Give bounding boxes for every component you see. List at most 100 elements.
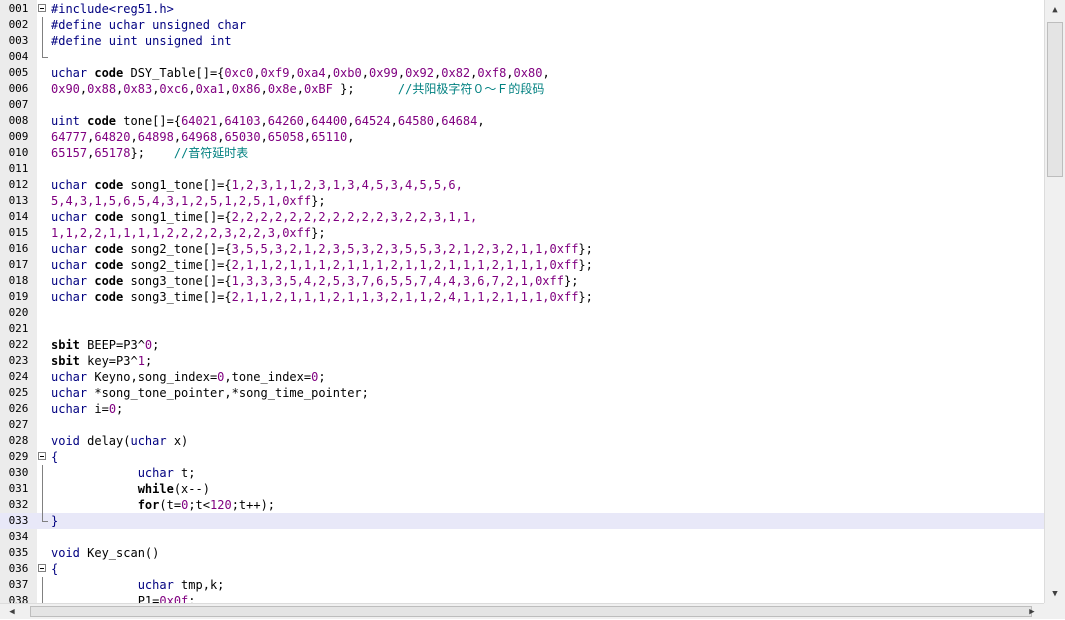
code-line[interactable]: 006 0x90,0x88,0x83,0xc6,0xa1,0x86,0x8e,0x… xyxy=(0,81,1044,97)
code-line[interactable]: 009 64777,64820,64898,64968,65030,65058,6… xyxy=(0,129,1044,145)
fold-toggle-icon[interactable] xyxy=(38,564,46,572)
code-line[interactable]: 001 #include<reg51.h> xyxy=(0,1,1044,17)
code-token: 0xb0 xyxy=(332,66,362,80)
code-token: 0xc0 xyxy=(224,66,254,80)
code-line[interactable]: 031 while(x--) xyxy=(0,481,1044,497)
code-token: uchar xyxy=(51,178,88,192)
code-text: 1,1,2,2,1,1,1,1,2,2,2,2,3,2,2,3,0xff}; xyxy=(51,225,326,241)
code-line[interactable]: 012 uchar code song1_tone[]={1,2,3,1,1,2,… xyxy=(0,177,1044,193)
code-token: , xyxy=(325,66,333,80)
code-text: uchar code song1_time[]={2,2,2,2,2,2,2,2… xyxy=(51,209,477,225)
code-line[interactable]: 026 uchar i=0; xyxy=(0,401,1044,417)
code-token: 64968 xyxy=(181,130,218,144)
code-token: code xyxy=(87,274,131,288)
code-text: for(t=0;t<120;t++); xyxy=(51,497,275,513)
code-line[interactable]: 015 1,1,2,2,1,1,1,1,2,2,2,2,3,2,2,3,0xff}… xyxy=(0,225,1044,241)
code-token: uchar xyxy=(130,434,167,448)
code-line[interactable]: 011 xyxy=(0,161,1044,177)
code-token: 0x8e xyxy=(267,82,297,96)
line-number: 014 xyxy=(8,210,29,223)
horizontal-scrollbar[interactable]: ◀ ▶ xyxy=(0,603,1044,619)
code-token: BEEP=P3^ xyxy=(87,338,145,352)
code-token: }; xyxy=(578,258,593,272)
code-token: 120 xyxy=(210,498,232,512)
code-line[interactable]: 003 #define uint unsigned int xyxy=(0,33,1044,49)
horizontal-scroll-thumb[interactable] xyxy=(30,606,1032,617)
arrow-left-icon[interactable]: ◀ xyxy=(4,604,20,620)
code-token: ; xyxy=(144,354,153,368)
code-token: uchar xyxy=(51,242,88,256)
code-line[interactable]: 002 #define uchar unsigned char xyxy=(0,17,1044,33)
line-number: 029 xyxy=(8,450,29,463)
vertical-scrollbar[interactable]: ▲ ▼ xyxy=(1044,0,1065,603)
line-number: 015 xyxy=(8,226,29,239)
line-number: 037 xyxy=(8,578,29,591)
arrow-down-icon[interactable]: ▼ xyxy=(1047,586,1063,602)
arrow-right-icon[interactable]: ▶ xyxy=(1024,604,1040,620)
code-line[interactable]: 022 sbit BEEP=P3^0; xyxy=(0,337,1044,353)
code-token: }; xyxy=(332,82,398,96)
code-line[interactable]: 037 uchar tmp,k; xyxy=(0,577,1044,593)
code-token: 64898 xyxy=(137,130,174,144)
code-token: 0x80 xyxy=(513,66,543,80)
fold-toggle-icon[interactable] xyxy=(38,4,46,12)
line-number: 007 xyxy=(8,98,29,111)
code-line[interactable]: 021 xyxy=(0,321,1044,337)
code-line[interactable]: 027 xyxy=(0,417,1044,433)
code-line[interactable]: 007 xyxy=(0,97,1044,113)
code-line[interactable]: 010 65157,65178}; //音符延时表 xyxy=(0,145,1044,161)
code-line[interactable]: 017 uchar code song2_time[]={2,1,1,2,1,1,… xyxy=(0,257,1044,273)
code-token: code xyxy=(79,114,124,128)
code-line[interactable]: 020 xyxy=(0,305,1044,321)
code-line[interactable]: 038 P1=0x0f; xyxy=(0,593,1044,603)
code-line[interactable]: 034 xyxy=(0,529,1044,545)
code-line[interactable]: 029 { xyxy=(0,449,1044,465)
code-line[interactable]: 030 uchar t; xyxy=(0,465,1044,481)
code-line[interactable]: 028 void delay(uchar x) xyxy=(0,433,1044,449)
code-token: 0xc6 xyxy=(159,82,189,96)
fold-toggle-icon[interactable] xyxy=(38,452,46,460)
code-text: { xyxy=(51,449,58,465)
arrow-up-icon[interactable]: ▲ xyxy=(1047,2,1063,18)
code-editor[interactable]: 001 #include<reg51.h> 002 #define uchar uns… xyxy=(0,0,1044,603)
code-line[interactable]: 014 uchar code song1_time[]={2,2,2,2,2,2,… xyxy=(0,209,1044,225)
code-line[interactable]: 035 void Key_scan() xyxy=(0,545,1044,561)
code-token: } xyxy=(51,514,59,528)
code-line[interactable]: 024 uchar Keyno,song_index=0,tone_index=0… xyxy=(0,369,1044,385)
code-line[interactable]: 025 uchar *song_tone_pointer,*song_time_p… xyxy=(0,385,1044,401)
code-line[interactable]: 016 uchar code song2_tone[]={3,5,5,3,2,1,… xyxy=(0,241,1044,257)
code-line[interactable]: 032 for(t=0;t<120;t++); xyxy=(0,497,1044,513)
code-token: //共阳极字符０～Ｆ的段码 xyxy=(397,82,545,96)
code-text: 65157,65178}; //音符延时表 xyxy=(51,145,248,161)
code-token: 64580 xyxy=(397,114,434,128)
code-token: code xyxy=(87,258,131,272)
code-line[interactable]: 036 { xyxy=(0,561,1044,577)
line-number: 006 xyxy=(8,82,29,95)
code-text: 5,4,3,1,5,6,5,4,3,1,2,5,1,2,5,1,0xff}; xyxy=(51,193,326,209)
code-line[interactable]: 013 5,4,3,1,5,6,5,4,3,1,2,5,1,2,5,1,0xff}… xyxy=(0,193,1044,209)
code-token: song1_tone[]={ xyxy=(130,178,232,192)
code-token: ,tone_index= xyxy=(224,370,312,384)
code-token: uchar xyxy=(137,578,174,592)
code-line[interactable]: 018 uchar code song3_tone[]={1,3,3,3,5,4,… xyxy=(0,273,1044,289)
code-text: #define uint unsigned int xyxy=(51,33,232,49)
fold-guide xyxy=(42,49,48,58)
code-line[interactable]: 033} xyxy=(0,513,1044,529)
fold-guide xyxy=(42,593,43,603)
code-line[interactable]: 023 sbit key=P3^1; xyxy=(0,353,1044,369)
code-text: sbit key=P3^1; xyxy=(51,353,152,369)
code-token: 0x90 xyxy=(51,82,80,96)
code-line[interactable]: 004 xyxy=(0,49,1044,65)
code-line[interactable]: 019 uchar code song3_time[]={2,1,1,2,1,1,… xyxy=(0,289,1044,305)
fold-guide xyxy=(42,481,43,497)
code-line[interactable]: 008 uint code tone[]={64021,64103,64260,6… xyxy=(0,113,1044,129)
vertical-scroll-thumb[interactable] xyxy=(1047,22,1063,177)
line-number: 025 xyxy=(8,386,29,399)
code-token: , xyxy=(260,114,268,128)
code-token: t; xyxy=(173,466,196,480)
code-token: code xyxy=(87,290,131,304)
code-line[interactable]: 005 uchar code DSY_Table[]={0xc0,0xf9,0xa… xyxy=(0,65,1044,81)
line-number: 019 xyxy=(8,290,29,303)
code-token: 2,1,1,2,1,1,1,2,1,1,3,2,1,1,2,4,1,1,2,1,… xyxy=(231,290,579,304)
